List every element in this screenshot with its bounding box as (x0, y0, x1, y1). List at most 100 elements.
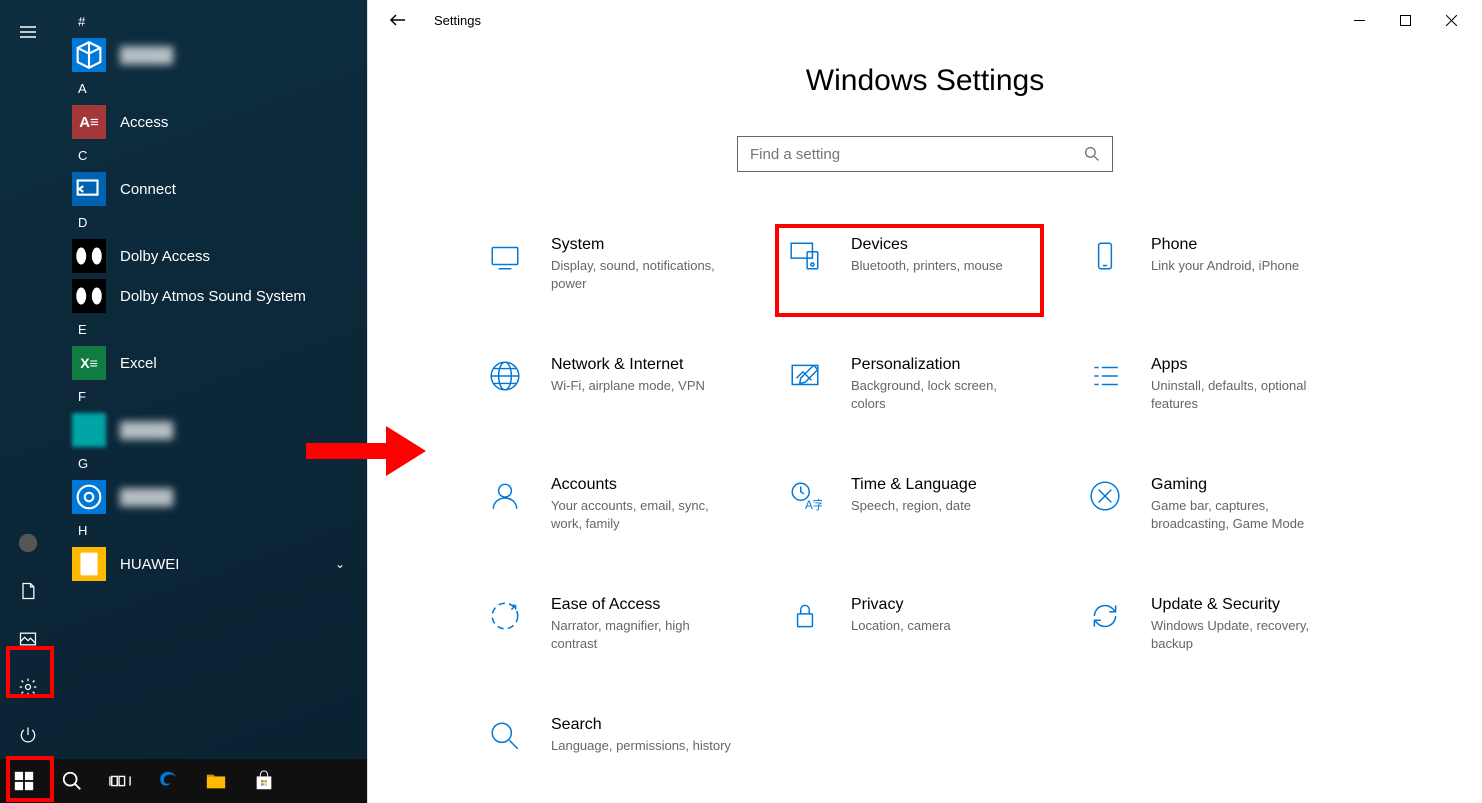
setting-ease[interactable]: Ease of Access Narrator, magnifier, high… (475, 596, 775, 652)
back-button[interactable] (388, 10, 408, 30)
app-item[interactable]: Connect (56, 169, 361, 209)
svg-text:A字: A字 (805, 498, 822, 512)
setting-desc: Wi-Fi, airplane mode, VPN (551, 377, 705, 395)
letter-header[interactable]: C (56, 142, 361, 169)
setting-title: Time & Language (851, 476, 977, 494)
app-list[interactable]: # █████ A A≡ Access CConnectD Dolby Access Dolb… (56, 0, 367, 803)
settings-icon[interactable] (4, 663, 52, 711)
minimize-button[interactable] (1336, 4, 1382, 36)
maximize-button[interactable] (1382, 4, 1428, 36)
setting-desc: Background, lock screen, colors (851, 377, 1031, 412)
app-name: █████ (120, 422, 173, 439)
phone-icon (1085, 236, 1125, 276)
letter-header[interactable]: G (56, 450, 361, 477)
letter-header[interactable]: A (56, 75, 361, 102)
app-item[interactable]: █████ (56, 410, 361, 450)
setting-title: Ease of Access (551, 596, 731, 614)
setting-system[interactable]: System Display, sound, notifications, po… (475, 236, 775, 292)
setting-search[interactable]: Search Language, permissions, history (475, 716, 775, 756)
pictures-icon[interactable] (4, 615, 52, 663)
app-name: Access (120, 114, 168, 131)
setting-title: Accounts (551, 476, 731, 494)
setting-title: Gaming (1151, 476, 1331, 494)
setting-desc: Speech, region, date (851, 497, 977, 515)
setting-title: Personalization (851, 356, 1031, 374)
settings-window: Settings Windows Settings System Display… (367, 0, 1482, 803)
user-icon[interactable] (4, 519, 52, 567)
app-name: Excel (120, 355, 157, 372)
setting-title: Privacy (851, 596, 951, 614)
store-button[interactable] (240, 759, 288, 803)
setting-title: Network & Internet (551, 356, 705, 374)
page-title: Windows Settings (806, 64, 1044, 98)
letter-header[interactable]: H (56, 517, 361, 544)
power-icon[interactable] (4, 711, 52, 759)
start-menu: # █████ A A≡ Access CConnectD Dolby Access Dolb… (0, 0, 367, 803)
taskbar (0, 759, 367, 803)
setting-desc: Display, sound, notifications, power (551, 257, 731, 292)
app-name: █████ (120, 47, 173, 64)
app-name: Dolby Access (120, 248, 210, 265)
3d-icon (72, 38, 106, 72)
dolby-icon (72, 239, 106, 273)
app-item[interactable]: Dolby Access (56, 236, 361, 276)
setting-time[interactable]: A字 Time & Language Speech, region, date (775, 476, 1075, 532)
letter-header[interactable]: D (56, 209, 361, 236)
setting-phone[interactable]: Phone Link your Android, iPhone (1075, 236, 1375, 292)
app-name: Dolby Atmos Sound System (120, 288, 306, 305)
app-item[interactable]: A≡ Access (56, 102, 361, 142)
letter-header[interactable]: F (56, 383, 361, 410)
app-item[interactable]: █████ (56, 35, 361, 75)
letter-header[interactable]: # (56, 8, 361, 35)
setting-devices[interactable]: Devices Bluetooth, printers, mouse (775, 236, 1075, 292)
update-icon (1085, 596, 1125, 636)
setting-desc: Windows Update, recovery, backup (1151, 617, 1331, 652)
privacy-icon (785, 596, 825, 636)
time-icon: A字 (785, 476, 825, 516)
file-explorer-button[interactable] (192, 759, 240, 803)
app-item[interactable]: HUAWEI⌄ (56, 544, 361, 584)
search-box[interactable] (737, 136, 1113, 172)
network-icon (485, 356, 525, 396)
edge-button[interactable] (144, 759, 192, 803)
search-button[interactable] (48, 759, 96, 803)
excel-icon: X≡ (72, 346, 106, 380)
app-item[interactable]: X≡ Excel (56, 343, 361, 383)
app-item[interactable]: Dolby Atmos Sound System (56, 276, 361, 316)
setting-update[interactable]: Update & Security Windows Update, recove… (1075, 596, 1375, 652)
documents-icon[interactable] (4, 567, 52, 615)
search-icon (1084, 146, 1100, 162)
access-icon: A≡ (72, 105, 106, 139)
letter-header[interactable]: E (56, 316, 361, 343)
dolby-icon (72, 279, 106, 313)
ease-icon (485, 596, 525, 636)
setting-privacy[interactable]: Privacy Location, camera (775, 596, 1075, 652)
setting-title: Phone (1151, 236, 1299, 254)
app-item[interactable]: █████ (56, 477, 361, 517)
hamburger-icon[interactable] (4, 8, 52, 56)
huawei-icon (72, 547, 106, 581)
window-title: Settings (434, 13, 481, 28)
setting-apps[interactable]: Apps Uninstall, defaults, optional featu… (1075, 356, 1375, 412)
setting-title: System (551, 236, 731, 254)
setting-title: Devices (851, 236, 1003, 254)
personalization-icon (785, 356, 825, 396)
gaming-icon (1085, 476, 1125, 516)
close-button[interactable] (1428, 4, 1474, 36)
setting-title: Apps (1151, 356, 1331, 374)
setting-personalization[interactable]: Personalization Background, lock screen,… (775, 356, 1075, 412)
start-button[interactable] (0, 759, 48, 803)
setting-accounts[interactable]: Accounts Your accounts, email, sync, wor… (475, 476, 775, 532)
search-input[interactable] (750, 146, 1084, 163)
setting-desc: Your accounts, email, sync, work, family (551, 497, 731, 532)
setting-network[interactable]: Network & Internet Wi-Fi, airplane mode,… (475, 356, 775, 412)
setting-gaming[interactable]: Gaming Game bar, captures, broadcasting,… (1075, 476, 1375, 532)
blur2-icon (72, 480, 106, 514)
titlebar: Settings (368, 0, 1482, 40)
task-view-button[interactable] (96, 759, 144, 803)
blur1-icon (72, 413, 106, 447)
setting-title: Update & Security (1151, 596, 1331, 614)
setting-desc: Uninstall, defaults, optional features (1151, 377, 1331, 412)
connect-icon (72, 172, 106, 206)
setting-desc: Bluetooth, printers, mouse (851, 257, 1003, 275)
